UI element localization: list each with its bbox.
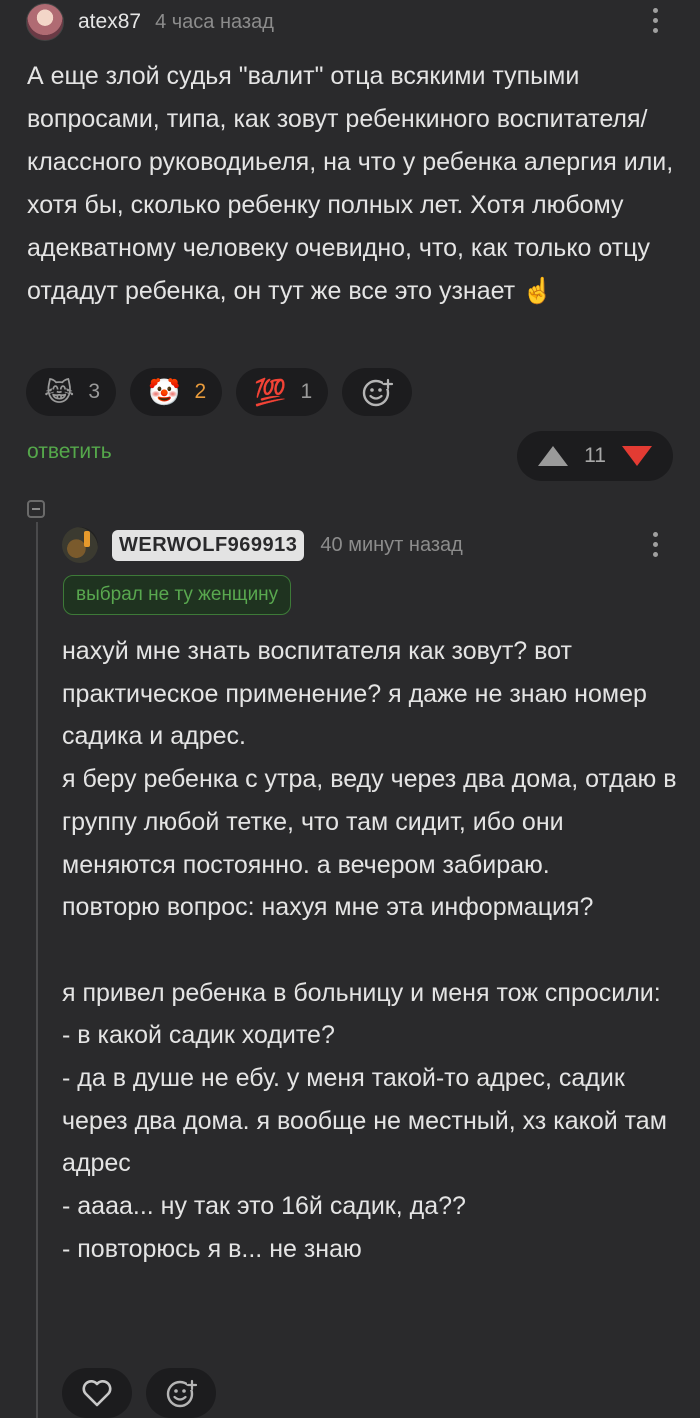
reply-text: нахуй мне знать воспитателя как зовут? в…: [62, 637, 677, 1263]
add-reaction-button[interactable]: [146, 1368, 216, 1418]
rating-control: 11: [517, 431, 673, 481]
username-badge[interactable]: WERWOLF969913: [112, 529, 305, 561]
laughing-cat-icon: 😹: [44, 376, 75, 407]
thread-line[interactable]: [36, 522, 38, 1418]
reply-actions: [62, 1368, 216, 1418]
username[interactable]: atex87: [78, 10, 141, 34]
reply-link[interactable]: ответить: [27, 440, 112, 464]
rating-value: 11: [584, 444, 606, 467]
reply-header: WERWOLF969913 40 минут назад: [62, 526, 463, 564]
add-emoji-icon: [166, 1379, 198, 1408]
clown-icon: 🤡: [148, 376, 181, 407]
add-emoji-icon: [363, 378, 394, 407]
reaction-count: 3: [88, 380, 101, 403]
reaction-laugh-button[interactable]: 😹 3: [26, 368, 117, 416]
timestamp[interactable]: 4 часа назад: [155, 11, 274, 34]
user-note-badge[interactable]: выбрал не ту женщину: [63, 575, 292, 615]
reaction-count: 2: [194, 380, 207, 403]
avatar[interactable]: [26, 3, 64, 41]
avatar[interactable]: [62, 527, 98, 563]
downvote-icon[interactable]: [621, 446, 652, 466]
reaction-100-button[interactable]: 💯 1: [236, 368, 329, 416]
heart-icon: [82, 1380, 112, 1407]
hundred-points-icon: 💯: [254, 376, 287, 407]
upvote-icon[interactable]: [538, 446, 569, 466]
reaction-count: 1: [300, 380, 313, 403]
comment-text: А еще злой судья "валит" отца всякими ту…: [27, 62, 681, 305]
reactions-bar: 😹 3 🤡 2 💯 1: [26, 368, 413, 416]
add-reaction-button[interactable]: [342, 368, 413, 416]
reaction-clown-button[interactable]: 🤡 2: [130, 368, 223, 416]
like-button[interactable]: [62, 1368, 132, 1418]
more-options-icon[interactable]: [650, 532, 660, 562]
collapse-thread-icon[interactable]: [27, 500, 45, 518]
comment-header: atex87 4 часа назад: [26, 3, 274, 41]
timestamp[interactable]: 40 минут назад: [320, 534, 462, 557]
more-options-icon[interactable]: [650, 8, 660, 38]
